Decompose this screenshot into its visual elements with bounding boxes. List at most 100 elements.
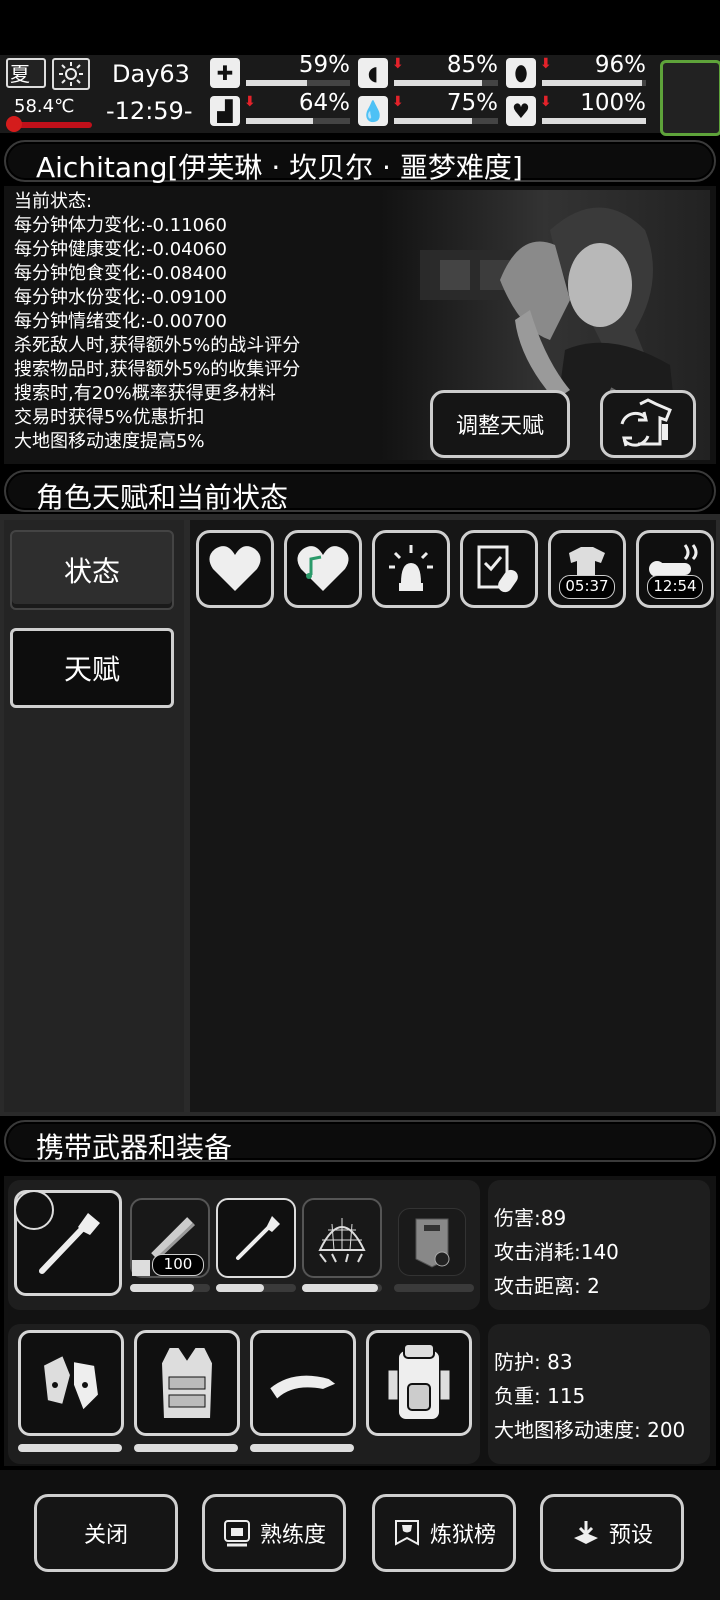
preset-download-icon (573, 1521, 598, 1544)
stat-bar-fill (542, 118, 646, 124)
state-heart-slot[interactable] (196, 530, 274, 608)
state-thermometer-heat-slot[interactable]: 12:54 (636, 530, 714, 608)
bladder-icon: ⬮ (506, 58, 536, 88)
stat-bar (246, 80, 350, 86)
tactical-vest-icon (159, 1346, 215, 1420)
info-line: 每分钟水份变化:-0.09100 (14, 287, 227, 308)
shovel-icon (236, 1216, 280, 1260)
water-drop-icon: 💧 (358, 96, 388, 126)
quick-slot[interactable] (660, 60, 720, 136)
temperature-value: 58.4℃ (14, 96, 75, 117)
weapon-slot-shield[interactable] (398, 1208, 466, 1276)
bullets-icon (132, 1260, 150, 1276)
info-line: 搜索时,有20%概率获得更多材料 (14, 383, 276, 404)
info-line: 杀死敌人时,获得额外5%的战斗评分 (14, 335, 301, 356)
durability-bar (302, 1284, 378, 1292)
gloves-icon (41, 1353, 101, 1413)
medkit-icon: ✚ (210, 58, 240, 88)
stat-bar (542, 118, 646, 124)
stat-percent: 59% (298, 52, 350, 78)
state-alarm-light-slot[interactable] (372, 530, 450, 608)
proficiency-label: 熟练度 (259, 1523, 326, 1548)
talent-header: 角色天赋和当前状态 (4, 470, 716, 514)
durability-bar (216, 1284, 264, 1292)
stat-bar-fill (246, 80, 308, 86)
weapon-slot-net[interactable] (302, 1198, 382, 1278)
defense-stat: 防护: 83 (494, 1350, 573, 1374)
character-title: Aichitang[伊芙琳 · 坎贝尔 · 噩梦难度] (36, 151, 523, 184)
info-line: 大地图移动速度提高5% (14, 431, 205, 452)
armor-slot-gloves[interactable] (18, 1330, 124, 1436)
boot-icon: ▟ (210, 96, 240, 126)
armor-slot-backpack[interactable] (366, 1330, 472, 1436)
heart-icon (209, 546, 261, 591)
durability-bar (130, 1284, 194, 1292)
stat-bar-fill (542, 80, 642, 86)
durability-bar (18, 1444, 122, 1452)
stat-bar (394, 80, 498, 86)
character-header: Aichitang[伊芙琳 · 坎贝尔 · 噩梦难度] (4, 140, 716, 184)
stat-percent: 85% (446, 52, 498, 78)
riot-shield-icon (415, 1218, 450, 1268)
state-timer: 12:54 (647, 575, 703, 599)
proficiency-button[interactable]: 熟练度 (202, 1494, 346, 1572)
temperature-knob (6, 116, 22, 132)
season-indicator: 夏 (6, 58, 46, 88)
stomach-icon: ◖ (358, 58, 388, 88)
close-label: 关闭 (83, 1523, 128, 1548)
medicine-checklist-icon (477, 545, 518, 593)
tab-status[interactable]: 状态 (10, 530, 174, 610)
equipment-header: 携带武器和装备 (4, 1120, 716, 1164)
stat-percent: 75% (446, 90, 498, 116)
stat-bar (246, 118, 350, 124)
music-heart-icon (297, 546, 349, 591)
adjust-talent-button[interactable]: 调整天赋 (430, 390, 570, 458)
sun-icon (52, 58, 90, 90)
info-line: 每分钟饱食变化:-0.08400 (14, 263, 227, 284)
durability-bar-bg (394, 1284, 474, 1292)
weapon-slot-shovel[interactable] (216, 1198, 296, 1278)
character-info: 当前状态: 每分钟体力变化:-0.11060 每分钟健康变化:-0.04060 每分钟… (14, 190, 300, 454)
stat-bar-fill (394, 80, 483, 86)
preset-button[interactable]: 预设 (540, 1494, 684, 1572)
info-line: 每分钟情绪变化:-0.00700 (14, 311, 227, 332)
state-medicine-checklist-slot[interactable] (460, 530, 538, 608)
equipment-title: 携带武器和装备 (36, 1131, 233, 1164)
preset-label: 预设 (608, 1523, 653, 1548)
info-line: 交易时获得5%优惠折扣 (14, 407, 205, 428)
proficiency-icon (223, 1520, 250, 1547)
map-speed-stat: 大地图移动速度: 200 (494, 1418, 686, 1442)
outfit-swap-icon (620, 398, 672, 447)
attack-skill-icon[interactable] (14, 1190, 54, 1230)
state-music-heart-slot[interactable] (284, 530, 362, 608)
attack-cost-stat: 攻击消耗:140 (494, 1240, 619, 1264)
info-line: 搜索物品时,获得额外5%的收集评分 (14, 359, 301, 380)
attack-range-stat: 攻击距离: 2 (494, 1274, 600, 1298)
state-timer: 05:37 (559, 575, 615, 599)
ammo-count: 100 (152, 1254, 204, 1276)
info-line: 当前状态: (14, 191, 93, 212)
heart-icon: ♥ (506, 96, 536, 126)
carry-weight-stat: 负重: 115 (494, 1384, 586, 1408)
stat-bar (394, 118, 498, 124)
stat-bar (542, 80, 646, 86)
info-line: 每分钟健康变化:-0.04060 (14, 239, 227, 260)
change-outfit-button[interactable] (600, 390, 696, 458)
trophy-banner-icon (394, 1520, 419, 1546)
durability-bar (250, 1444, 354, 1452)
state-dirty-clothes-slot[interactable]: 05:37 (548, 530, 626, 608)
day-counter: Day63 (112, 60, 190, 88)
close-button[interactable]: 关闭 (34, 1494, 178, 1572)
armor-slot-vest[interactable] (134, 1330, 240, 1436)
talent-section-title: 角色天赋和当前状态 (36, 481, 289, 514)
stat-percent: 100% (580, 90, 646, 116)
clock-time: -12:59- (106, 97, 193, 125)
alarm-light-icon (389, 545, 433, 591)
net-trap-icon (318, 1218, 366, 1263)
ranking-label: 炼狱榜 (429, 1523, 496, 1548)
tab-talent[interactable]: 天赋 (10, 628, 174, 708)
ranking-button[interactable]: 炼狱榜 (372, 1494, 516, 1572)
season-label: 夏 (10, 62, 30, 86)
armor-slot-visor[interactable] (250, 1330, 356, 1436)
damage-stat: 伤害:89 (494, 1206, 567, 1230)
